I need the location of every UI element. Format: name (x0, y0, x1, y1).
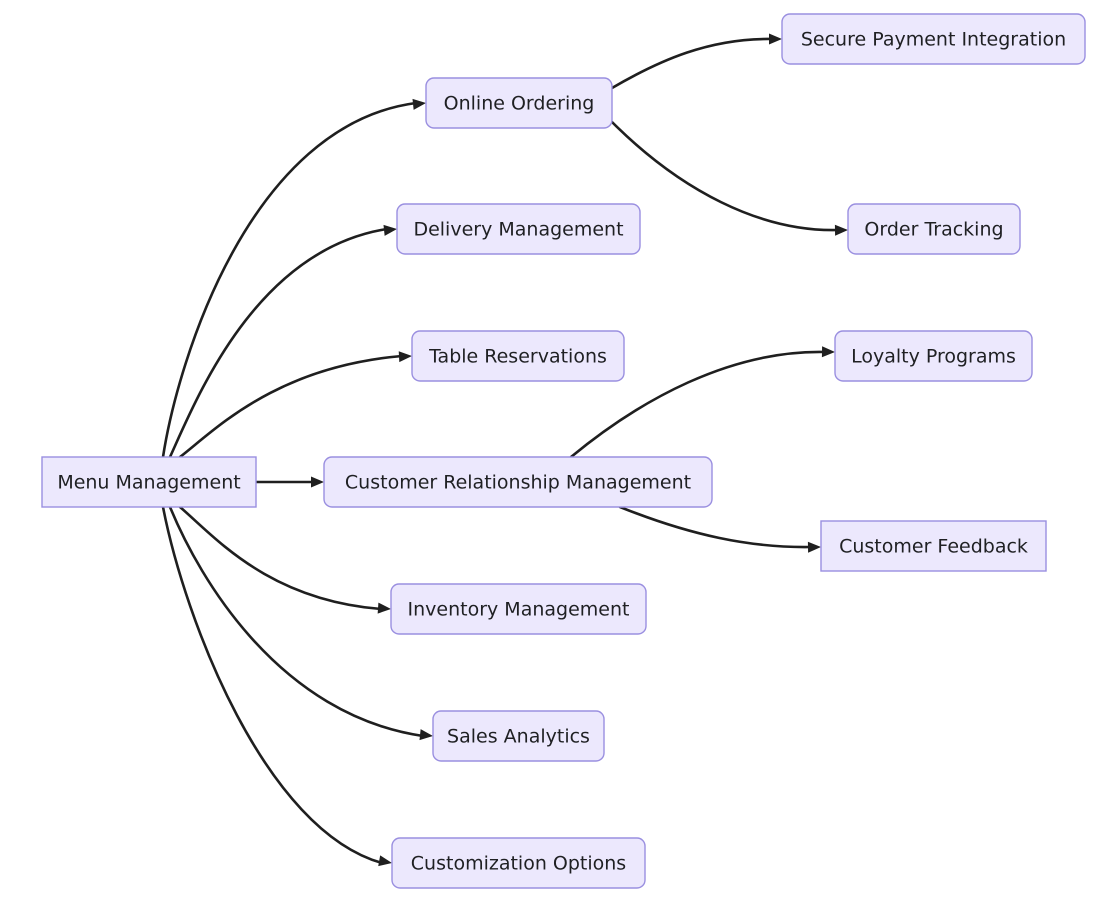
flowchart-diagram: Menu Management Online Ordering Secure Pay… (0, 0, 1103, 909)
node-order_tracking[interactable]: Order Tracking (847, 203, 1021, 255)
node-table_reservations[interactable]: Table Reservations (411, 330, 625, 382)
node-label: Sales Analytics (447, 726, 590, 748)
edge-menu_management-to-customer_relationship_management (254, 476, 324, 488)
edge-line (161, 101, 418, 459)
nodes-layer: Menu Management Online Ordering Secure Pay… (41, 13, 1086, 889)
edge-line (168, 505, 425, 738)
node-label: Customer Feedback (839, 536, 1028, 558)
edge-online_ordering-to-secure_payment_integration (610, 33, 782, 90)
arrow-head-icon (412, 98, 426, 110)
node-label: Delivery Management (413, 219, 623, 241)
edge-menu_management-to-inventory_management (178, 505, 391, 614)
edge-menu_management-to-delivery_management (168, 224, 397, 459)
edge-line (610, 120, 840, 232)
node-label: Loyalty Programs (851, 346, 1016, 368)
node-menu_management[interactable]: Menu Management (41, 456, 257, 508)
node-label: Table Reservations (428, 346, 607, 368)
arrow-head-icon (419, 729, 433, 741)
node-label: Menu Management (57, 472, 240, 494)
edge-line (618, 505, 813, 549)
edge-line (168, 227, 389, 459)
edge-menu_management-to-online_ordering (161, 98, 426, 459)
arrow-head-icon (821, 346, 835, 358)
node-customization_options[interactable]: Customization Options (391, 837, 646, 889)
node-online_ordering[interactable]: Online Ordering (425, 77, 613, 129)
node-secure_payment_integration[interactable]: Secure Payment Integration (781, 13, 1086, 65)
arrow-head-icon (377, 602, 391, 614)
arrow-head-icon (383, 224, 397, 236)
node-customer_relationship_management[interactable]: Customer Relationship Management (323, 456, 713, 508)
edge-line (610, 37, 774, 90)
node-label: Secure Payment Integration (801, 29, 1066, 51)
node-delivery_management[interactable]: Delivery Management (396, 203, 641, 255)
node-loyalty_programs[interactable]: Loyalty Programs (834, 330, 1033, 382)
flowchart-canvas: Menu Management Online Ordering Secure Pay… (41, 13, 1086, 889)
edge-customer_relationship_management-to-customer_feedback (618, 505, 821, 553)
node-label: Customer Relationship Management (345, 472, 691, 494)
node-label: Inventory Management (408, 599, 630, 621)
node-sales_analytics[interactable]: Sales Analytics (432, 710, 605, 762)
edge-online_ordering-to-order_tracking (610, 120, 848, 236)
arrow-head-icon (807, 541, 821, 553)
node-label: Order Tracking (864, 219, 1003, 241)
arrow-head-icon (398, 351, 412, 363)
node-inventory_management[interactable]: Inventory Management (390, 583, 647, 635)
arrow-head-icon (378, 855, 392, 867)
edge-line (178, 505, 383, 611)
node-customer_feedback[interactable]: Customer Feedback (820, 520, 1047, 572)
arrow-head-icon (834, 224, 848, 236)
arrow-head-icon (769, 33, 782, 45)
node-label: Customization Options (411, 853, 626, 875)
node-label: Online Ordering (444, 93, 595, 115)
arrow-head-icon (311, 476, 324, 488)
